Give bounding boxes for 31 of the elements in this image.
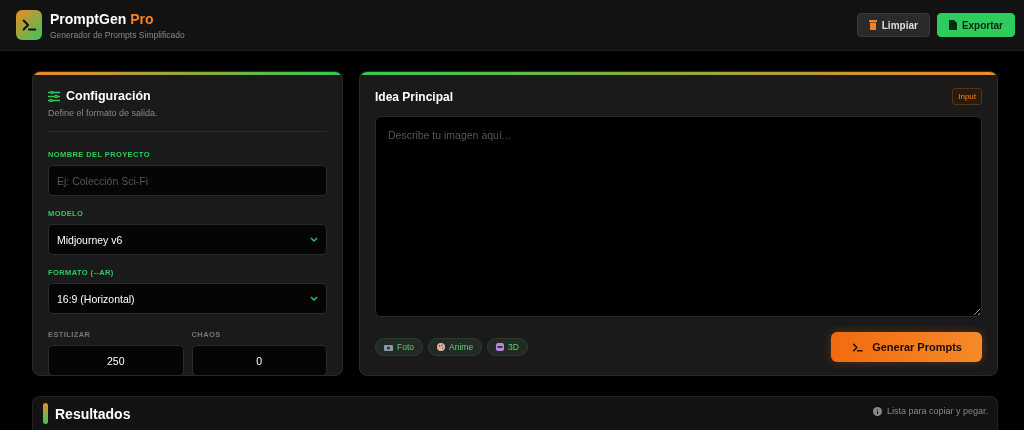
export-button[interactable]: Exportar — [936, 13, 1015, 37]
config-subtitle: Define el formato de salida. — [48, 108, 327, 132]
accent-bar — [43, 403, 48, 424]
chevron-down-icon — [310, 237, 318, 242]
idea-text-area[interactable]: Describe tu imagen aquí... — [375, 116, 982, 317]
number-field[interactable]: 250 — [48, 345, 184, 375]
palette-icon — [437, 343, 445, 351]
file-icon — [948, 20, 957, 30]
trash-icon — [868, 20, 877, 30]
style-chip[interactable]: 3D — [487, 338, 528, 356]
camera-icon — [384, 343, 393, 351]
generate-prompts-button[interactable]: Generar Prompts — [831, 332, 982, 362]
info-icon — [872, 406, 882, 416]
number-field[interactable]: 0 — [191, 345, 327, 375]
input-badge: Input — [952, 88, 982, 105]
app-logo-icon — [16, 10, 42, 40]
chevron-down-icon — [310, 296, 318, 301]
results-hint: Lista para copiar y pegar. — [886, 406, 988, 416]
config-title: Configuración — [66, 89, 151, 103]
app-subtitle: Generador de Prompts Simplificado — [50, 29, 185, 40]
select-field[interactable]: Midjourney v6 — [48, 224, 327, 255]
style-chip[interactable]: Anime — [428, 338, 483, 356]
robot-icon — [496, 343, 505, 351]
project-name-field[interactable]: Ej: Colección Sci-Fi — [48, 165, 327, 196]
select-field[interactable]: 16:9 (Horizontal) — [48, 283, 327, 314]
section-title: Idea Principal — [375, 89, 454, 104]
sliders-icon — [48, 90, 60, 102]
app-title: PromptGen Pro — [50, 10, 155, 27]
section-title: Resultados — [55, 405, 132, 422]
clear-button[interactable]: Limpiar — [856, 13, 930, 37]
style-chip[interactable]: Foto — [375, 338, 423, 356]
